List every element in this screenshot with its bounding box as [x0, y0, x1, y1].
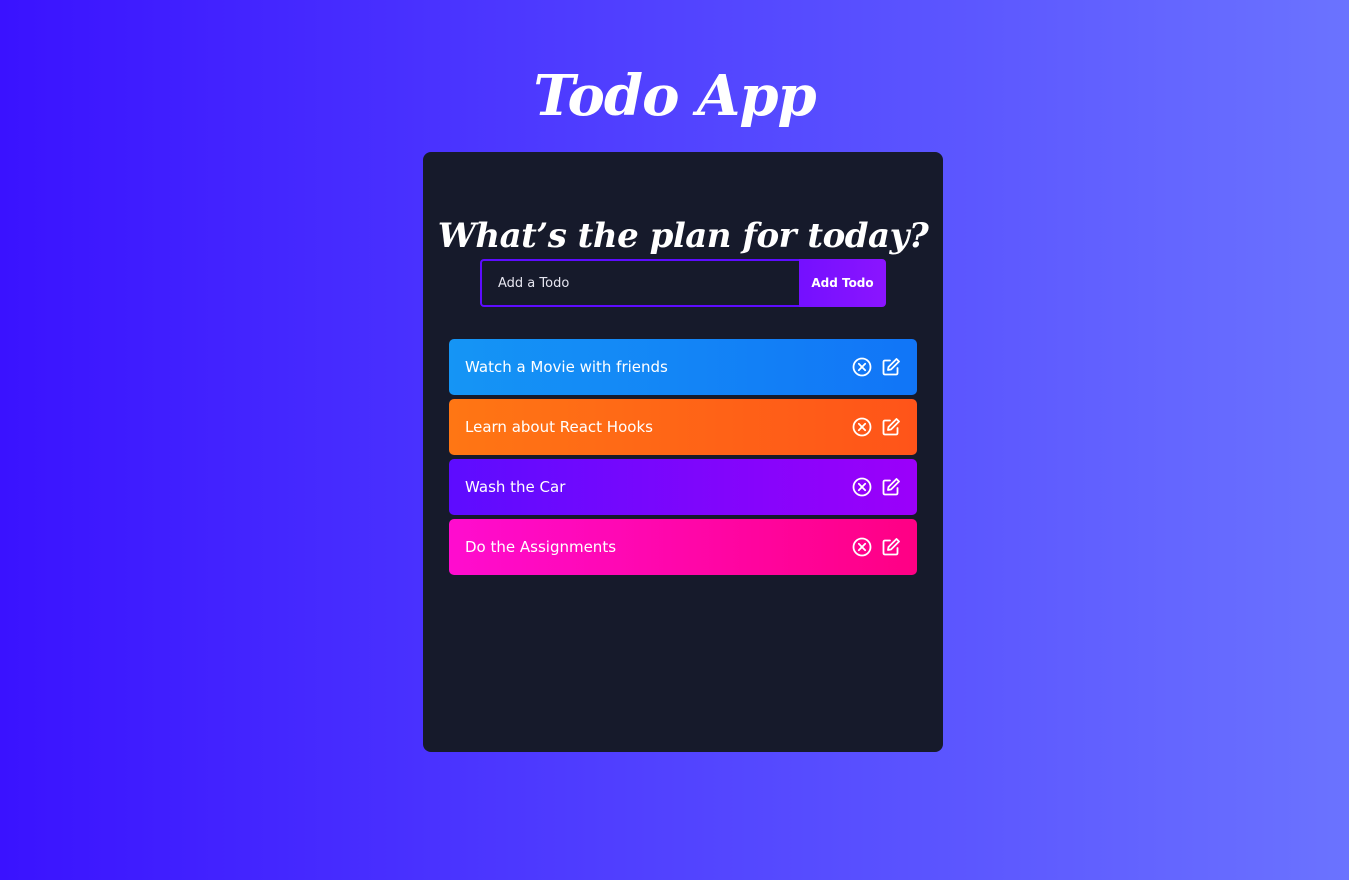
todo-input[interactable] — [480, 259, 799, 307]
todo-actions — [852, 477, 901, 497]
close-circle-icon[interactable] — [852, 477, 872, 497]
edit-icon[interactable] — [881, 417, 901, 437]
todo-actions — [852, 537, 901, 557]
todo-item: Do the Assignments — [449, 519, 917, 575]
todo-form: Add Todo — [480, 259, 886, 307]
edit-icon[interactable] — [881, 357, 901, 377]
app-title: Todo App — [533, 62, 816, 129]
close-circle-icon[interactable] — [852, 537, 872, 557]
panel-heading: What’s the plan for today? — [437, 216, 929, 257]
todo-item: Learn about React Hooks — [449, 399, 917, 455]
edit-icon[interactable] — [881, 477, 901, 497]
add-todo-button[interactable]: Add Todo — [799, 259, 886, 307]
todo-text[interactable]: Wash the Car — [465, 477, 565, 497]
close-circle-icon[interactable] — [852, 417, 872, 437]
todo-actions — [852, 357, 901, 377]
todo-actions — [852, 417, 901, 437]
todo-item: Watch a Movie with friends — [449, 339, 917, 395]
todo-list: Watch a Movie with friends Learn about R… — [449, 339, 917, 579]
todo-panel: What’s the plan for today? Add Todo Watc… — [423, 152, 943, 752]
todo-item: Wash the Car — [449, 459, 917, 515]
close-circle-icon[interactable] — [852, 357, 872, 377]
todo-text[interactable]: Watch a Movie with friends — [465, 357, 668, 377]
todo-text[interactable]: Learn about React Hooks — [465, 417, 653, 437]
edit-icon[interactable] — [881, 537, 901, 557]
todo-text[interactable]: Do the Assignments — [465, 537, 616, 557]
